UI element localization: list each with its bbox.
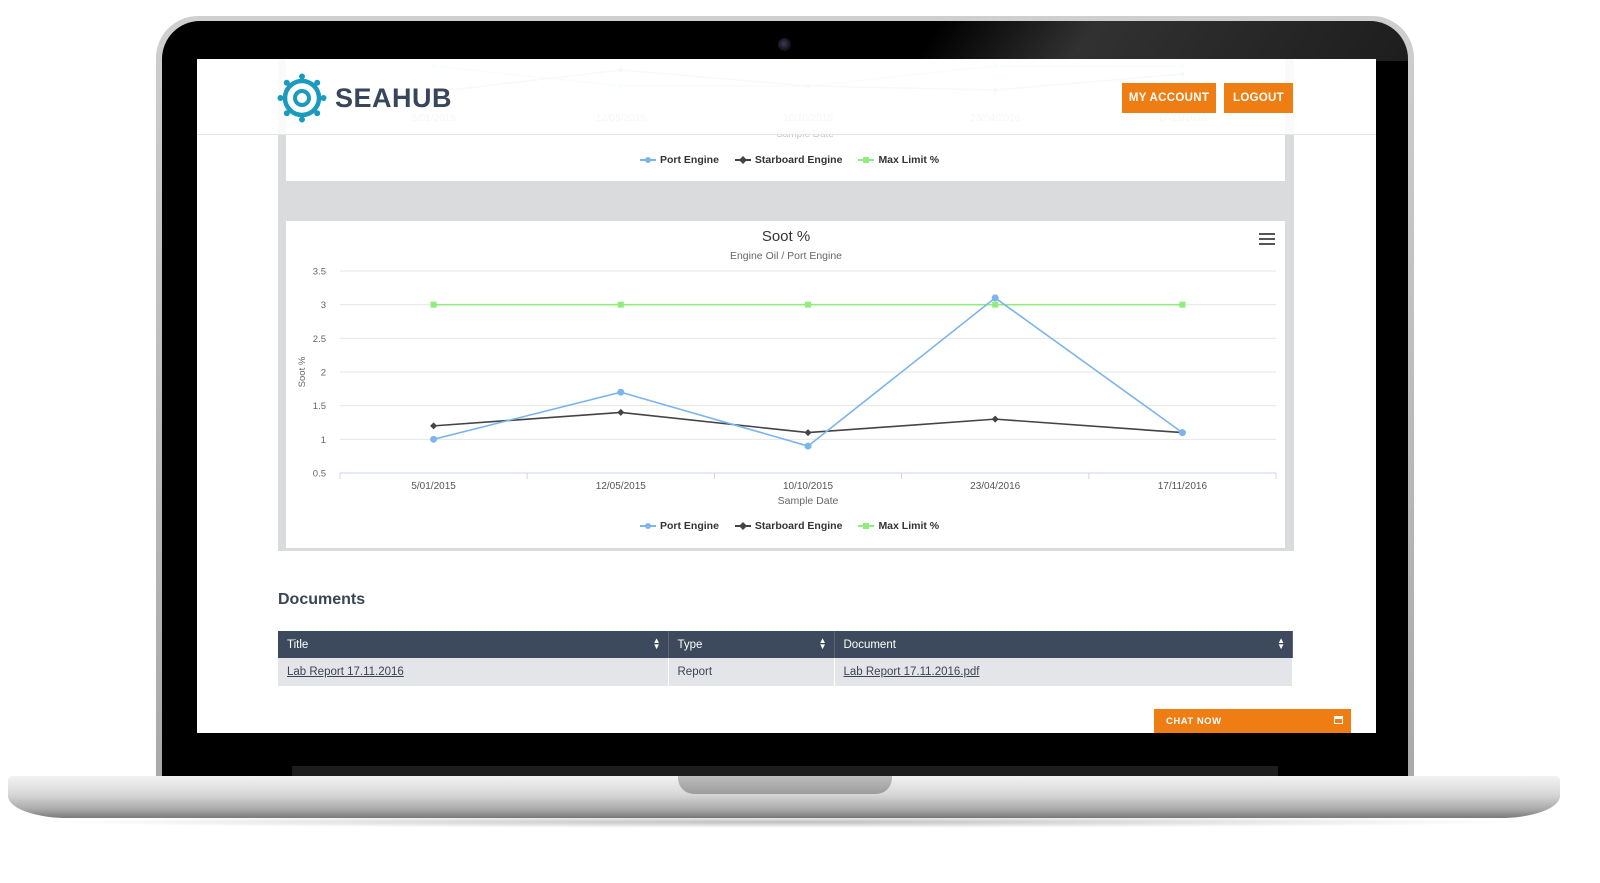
- x-tick-label: 17/11/2016: [1158, 481, 1208, 492]
- brand-name[interactable]: SEAHUB: [335, 83, 452, 114]
- my-account-button[interactable]: MY ACCOUNT: [1122, 83, 1216, 113]
- sort-icon[interactable]: ▲ ▼: [653, 637, 661, 651]
- legend-starboard-engine[interactable]: Starboard Engine: [734, 520, 842, 532]
- document-title-link[interactable]: Lab Report 17.11.2016: [287, 666, 404, 678]
- data-point[interactable]: [804, 442, 812, 450]
- table-row: Lab Report 17.11.2016 Report Lab Report …: [278, 658, 1293, 686]
- x-tick-label: 5/01/2015: [411, 481, 456, 492]
- data-point[interactable]: [430, 422, 438, 430]
- data-point[interactable]: [991, 294, 999, 302]
- data-point[interactable]: [617, 301, 624, 308]
- soot-chart-legend: Port Engine Starboard Engine Max Limit %: [640, 520, 939, 532]
- data-point[interactable]: [804, 429, 812, 437]
- webcam-icon: [778, 38, 791, 51]
- data-point[interactable]: [805, 301, 811, 308]
- y-tick-label: 2: [321, 368, 326, 379]
- legend-max-limit[interactable]: Max Limit %: [858, 520, 939, 532]
- screen: Port Engine Starboard Engine Max Limit %…: [197, 59, 1376, 733]
- cell-title: Lab Report 17.11.2016: [278, 658, 669, 686]
- data-point[interactable]: [430, 301, 437, 308]
- data-point[interactable]: [1178, 429, 1186, 437]
- x-tick-label: 10/10/2015: [783, 481, 833, 492]
- soot-chart-panel: Soot % Engine Oil / Port Engine 3.5 3 2.5 2…: [286, 221, 1285, 548]
- soot-chart-plot: 3.5 3 2.5 2 1.5 1 0.5 5/01/2015 12/05/2015 10/10/…: [297, 267, 1277, 507]
- site-header: SEAHUB MY ACCOUNT LOGOUT: [197, 59, 1376, 135]
- column-header-type[interactable]: Type ▲ ▼: [668, 631, 835, 658]
- documents-heading: Documents: [278, 591, 366, 608]
- y-tick-label: 1.5: [313, 401, 326, 412]
- logout-button[interactable]: LOGOUT: [1224, 83, 1293, 113]
- y-axis-title: Soot %: [297, 356, 308, 387]
- column-header-title[interactable]: Title ▲ ▼: [278, 631, 669, 658]
- cell-document: Lab Report 17.11.2016.pdf: [834, 658, 1293, 686]
- column-header-document[interactable]: Document ▲ ▼: [834, 631, 1293, 658]
- cell-type: Report: [668, 658, 835, 686]
- x-tick-label: 12/05/2015: [596, 481, 646, 492]
- x-tick-label: 23/04/2016: [970, 481, 1020, 492]
- y-tick-label: 2.5: [313, 334, 326, 345]
- data-point[interactable]: [1179, 301, 1186, 308]
- sort-icon[interactable]: ▲ ▼: [1277, 637, 1285, 651]
- data-point[interactable]: [617, 408, 625, 416]
- y-tick-label: 0.5: [313, 469, 326, 480]
- y-tick-label: 1: [321, 435, 326, 446]
- documents-table: Title ▲ ▼ Type ▲ ▼ Document ▲ ▼ Lab Report 17.…: [278, 631, 1293, 686]
- x-axis-title: Sample Date: [778, 495, 839, 507]
- chat-now-label: CHAT NOW: [1166, 715, 1222, 727]
- bezel-glare: [913, 21, 1408, 61]
- legend-port-engine[interactable]: Port Engine: [640, 520, 719, 532]
- seahub-logo-icon[interactable]: [277, 73, 327, 123]
- laptop-shadow: [40, 816, 1530, 828]
- y-tick-label: 3: [321, 300, 326, 311]
- document-file-link[interactable]: Lab Report 17.11.2016.pdf: [844, 666, 980, 678]
- chat-now-button[interactable]: CHAT NOW: [1154, 709, 1351, 733]
- data-point[interactable]: [430, 435, 438, 443]
- minimize-icon[interactable]: [1334, 716, 1343, 724]
- laptop-notch: [678, 776, 892, 794]
- y-tick-label: 3.5: [313, 267, 326, 278]
- data-point[interactable]: [617, 388, 625, 396]
- sort-icon[interactable]: ▲ ▼: [819, 637, 827, 651]
- data-point[interactable]: [992, 301, 999, 308]
- data-point[interactable]: [991, 415, 999, 423]
